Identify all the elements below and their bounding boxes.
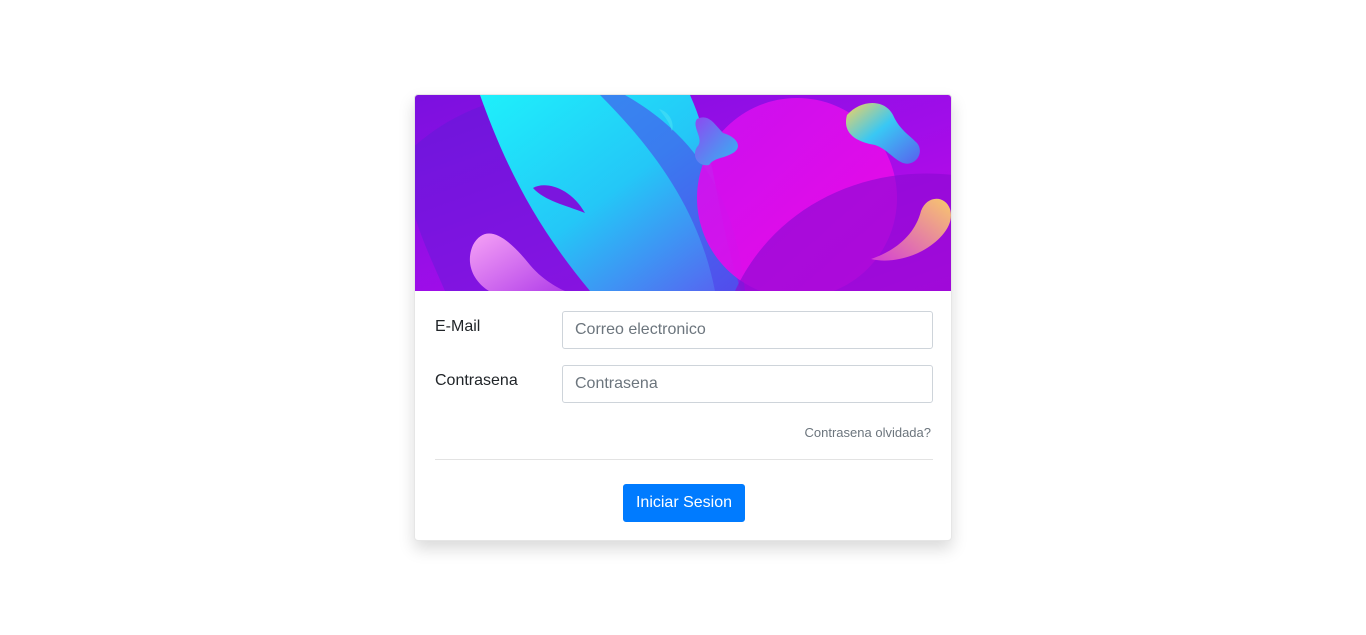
email-row: E-Mail (435, 311, 933, 349)
email-label: E-Mail (435, 318, 481, 335)
form-divider (435, 459, 933, 460)
email-input[interactable] (562, 311, 933, 349)
password-row: Contrasena (435, 365, 933, 403)
forgot-password-link[interactable]: Contrasena olvidada? (805, 425, 931, 441)
login-banner-image (415, 95, 951, 291)
password-input[interactable] (562, 365, 933, 403)
login-card: E-Mail Contrasena Contrasena olvidada? I… (414, 94, 952, 541)
login-button[interactable]: Iniciar Sesion (623, 484, 745, 522)
password-label: Contrasena (435, 372, 518, 389)
